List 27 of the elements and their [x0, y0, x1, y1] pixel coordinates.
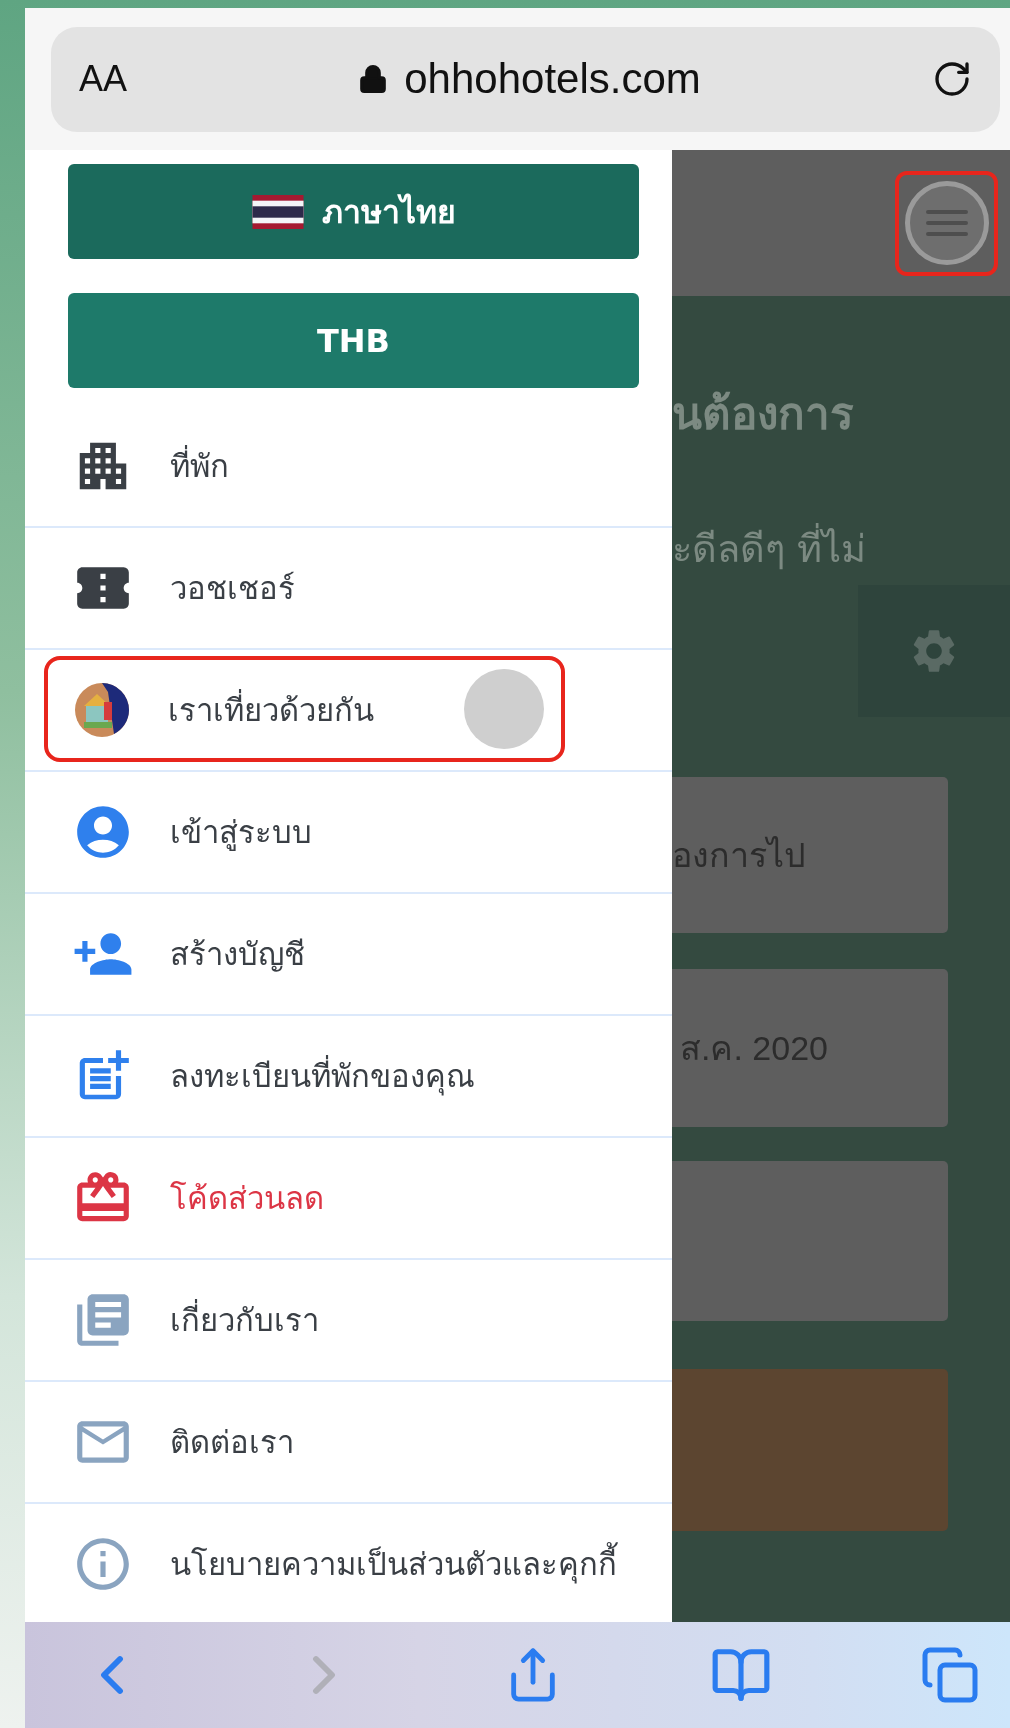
menu-item[interactable]: ติดต่อเรา	[72, 1411, 294, 1473]
language-label: ภาษาไทย	[321, 192, 456, 233]
tabs-icon	[920, 1645, 980, 1705]
url-text: ohhohotels.com	[404, 55, 701, 103]
lock-icon	[358, 64, 389, 94]
currency-button[interactable]: THB	[68, 293, 639, 388]
menu-item[interactable]: เข้าสู่ระบบ	[72, 801, 312, 863]
thai-flag-icon	[251, 194, 304, 229]
page-subtitle: ะดีลดีๆ ที่ไม่	[672, 518, 1010, 579]
menu-item[interactable]: โค้ดส่วนลด	[72, 1167, 324, 1229]
text-size-button[interactable]: AA	[79, 58, 128, 100]
language-button[interactable]: ภาษาไทย	[68, 164, 639, 259]
reload-button[interactable]	[932, 59, 972, 99]
menu-item[interactable]: ลงทะเบียนที่พักของคุณ	[72, 1045, 475, 1107]
page-heading: นต้องการ	[672, 387, 855, 441]
menu-item[interactable]: ที่พัก	[72, 435, 229, 497]
tabs-button[interactable]	[920, 1645, 980, 1705]
menu-item[interactable]: นโยบายความเป็นส่วนตัวและคุกกี้	[72, 1533, 617, 1595]
menu-item[interactable]: เราเที่ยวด้วยกัน	[72, 680, 374, 740]
menu-item[interactable]: วอชเชอร์	[72, 557, 295, 619]
reload-icon	[932, 59, 972, 99]
settings-button[interactable]	[858, 585, 1010, 717]
guests-field[interactable]	[672, 1161, 948, 1321]
menu-item[interactable]: สร้างบัญชี	[72, 923, 305, 985]
logo-icon	[72, 680, 132, 740]
address-bar[interactable]: AA ohhohotels.com	[51, 26, 1000, 132]
menu-item[interactable]: เกี่ยวกับเรา	[72, 1289, 319, 1351]
